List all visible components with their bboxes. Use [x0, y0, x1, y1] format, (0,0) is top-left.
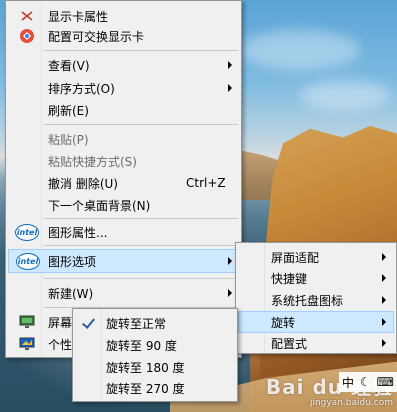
desktop-context-menu: 显示卡属性 配置可交换显示卡 查看(V) 排序方式(O) 刷新(E) 粘贴(P)…	[5, 0, 242, 358]
menu-item-label: 下一个桌面背景(N)	[48, 198, 151, 213]
rotation-item-90[interactable]: 旋转至 90 度	[75, 334, 235, 356]
menu-item-display-properties[interactable]: 显示卡属性	[8, 5, 239, 27]
chevron-right-icon	[228, 257, 232, 265]
chevron-right-icon	[228, 61, 232, 69]
menu-separator	[44, 50, 238, 51]
chevron-right-icon	[382, 253, 386, 261]
menu-item-label: 查看(V)	[48, 58, 90, 73]
menu-item-label: 个性	[48, 337, 73, 352]
menu-separator	[44, 278, 238, 279]
menu-item-label: 快捷键	[271, 271, 308, 286]
menu-item-graphics-options[interactable]: intel 图形选项	[8, 249, 239, 273]
ime-indicator[interactable]: 中	[342, 374, 354, 391]
keyboard-icon[interactable]: ⌨	[377, 375, 394, 389]
menu-item-label: 显示卡属性	[48, 9, 109, 24]
rotation-submenu: 旋转至正常 旋转至 90 度 旋转至 180 度 旋转至 270 度	[72, 308, 238, 402]
menu-item-sort-by[interactable]: 排序方式(O)	[8, 77, 239, 99]
submenu-item-rotation[interactable]: 旋转	[238, 311, 394, 333]
menu-item-label: 配置可交换显示卡	[48, 29, 145, 44]
chevron-right-icon	[382, 274, 386, 282]
checkmark-icon	[81, 315, 96, 329]
menu-item-paste[interactable]: 粘贴(P)	[8, 128, 239, 150]
submenu-item-profiles[interactable]: 配置式	[238, 332, 394, 354]
menu-item-paste-shortcut[interactable]: 粘贴快捷方式(S)	[8, 150, 239, 172]
rotation-item-270[interactable]: 旋转至 270 度	[75, 377, 235, 399]
menu-separator	[44, 124, 238, 125]
menu-item-next-desktop-background[interactable]: 下一个桌面背景(N)	[8, 194, 239, 216]
rotation-item-normal[interactable]: 旋转至正常	[75, 312, 235, 334]
rotation-item-180[interactable]: 旋转至 180 度	[75, 356, 235, 378]
menu-item-label: 撤消 删除(U)	[48, 176, 118, 191]
menu-separator	[44, 245, 238, 246]
cloud	[300, 80, 390, 110]
display-properties-icon	[14, 7, 40, 25]
menu-item-switchable-graphics[interactable]: 配置可交换显示卡	[8, 25, 239, 47]
moon-icon[interactable]: ☾	[360, 375, 371, 389]
graphics-options-submenu: 屏面适配 快捷键 系统托盘图标 旋转 配置式	[235, 242, 397, 354]
submenu-item-panel-fit[interactable]: 屏面适配	[238, 246, 394, 268]
menu-item-shortcut: Ctrl+Z	[186, 176, 226, 190]
chevron-right-icon	[382, 296, 386, 304]
menu-separator	[44, 218, 238, 219]
menu-item-label: 旋转	[271, 315, 296, 330]
cloud	[240, 30, 360, 70]
menu-item-label: 图形选项	[48, 254, 97, 269]
menu-item-undo-delete[interactable]: 撤消 删除(U) Ctrl+Z	[8, 172, 239, 194]
menu-item-label: 旋转至 90 度	[106, 338, 177, 353]
intel-icon: intel	[14, 223, 40, 241]
screen-resolution-icon	[14, 313, 40, 331]
submenu-item-tray-icon[interactable]: 系统托盘图标	[238, 289, 394, 311]
menu-item-label: 旋转至 270 度	[106, 381, 185, 396]
menu-item-label: 粘贴快捷方式(S)	[48, 154, 137, 169]
menu-item-label: 旋转至正常	[106, 316, 167, 331]
menu-item-label: 新建(W)	[48, 286, 94, 301]
menu-item-graphics-properties[interactable]: intel 图形属性...	[8, 221, 239, 243]
menu-item-view[interactable]: 查看(V)	[8, 54, 239, 76]
chevron-right-icon	[382, 318, 386, 326]
menu-item-label: 配置式	[271, 336, 308, 351]
menu-item-label: 图形属性...	[48, 225, 108, 240]
menu-item-label: 系统托盘图标	[271, 293, 344, 308]
chevron-right-icon	[228, 289, 232, 297]
chevron-right-icon	[382, 339, 386, 347]
switchable-graphics-icon	[14, 27, 40, 45]
menu-item-new[interactable]: 新建(W)	[8, 282, 239, 304]
menu-item-label: 旋转至 180 度	[106, 360, 185, 375]
menu-item-label: 屏幕	[48, 315, 73, 330]
menu-item-label: 粘贴(P)	[48, 132, 89, 147]
system-tray: 中 ☾ ⌨	[339, 372, 397, 392]
menu-item-label: 排序方式(O)	[48, 81, 115, 96]
chevron-right-icon	[228, 84, 232, 92]
menu-item-label: 刷新(E)	[48, 103, 89, 118]
submenu-item-hotkeys[interactable]: 快捷键	[238, 267, 394, 289]
intel-icon: intel	[15, 252, 41, 270]
menu-item-label: 屏面适配	[271, 250, 320, 265]
menu-item-refresh[interactable]: 刷新(E)	[8, 99, 239, 121]
personalize-icon	[14, 335, 40, 353]
